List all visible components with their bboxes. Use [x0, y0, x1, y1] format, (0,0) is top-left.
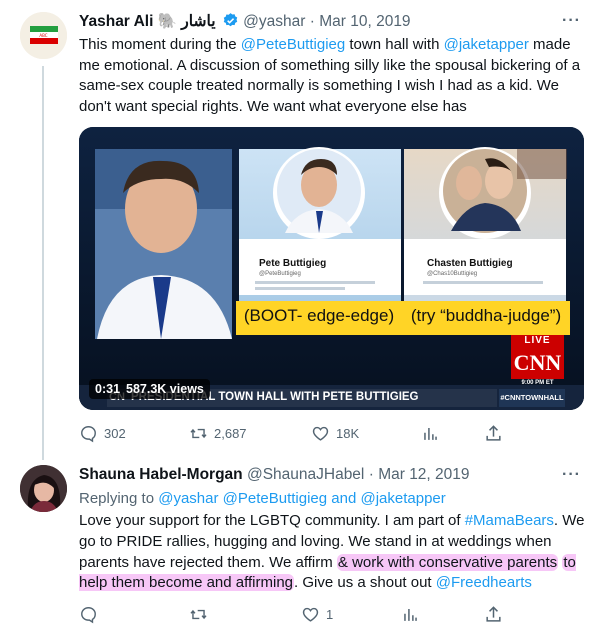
video-stats: 0:31 587.3K views: [89, 379, 210, 399]
replying-to: Replying to @yashar @PeteButtigieg and @…: [79, 489, 589, 510]
live-label: LIVE: [524, 335, 551, 346]
retweet-icon: [190, 428, 207, 439]
avatar-photo-icon: [20, 465, 67, 512]
replying-to-label: Replying to: [79, 490, 159, 507]
mention-petebuttigieg[interactable]: @PeteButtigieg: [241, 36, 345, 53]
tweet-yashar[interactable]: ABC Yashar Ali 🐘 یاشار @yashar · Mar 10,…: [0, 0, 603, 460]
separator-dot: ·: [368, 466, 374, 483]
reply-count: 302: [104, 426, 126, 441]
thread-line: [42, 66, 44, 460]
banner-hashtag: #CNNTOWNHALL: [500, 393, 564, 402]
reply-and: and: [327, 490, 361, 507]
reply-mention-petebuttigieg[interactable]: @PeteButtigieg: [223, 490, 327, 507]
tweet-date[interactable]: Mar 12, 2019: [378, 466, 469, 483]
author-name[interactable]: Shauna Habel-Morgan: [79, 466, 243, 483]
reply-icon: [81, 426, 96, 443]
share-icon: [486, 606, 501, 622]
analytics-icon: [424, 427, 437, 440]
card1-name: Pete Buttigieg: [259, 258, 327, 269]
retweet-icon: [190, 609, 207, 620]
tweet1-actions: 302 2,687 18K: [79, 424, 519, 444]
retweet-count: 2,687: [214, 426, 247, 441]
tweet-header: Shauna Habel-Morgan @ShaunaJHabel · Mar …: [79, 466, 470, 484]
text-segment: town hall with: [345, 36, 444, 53]
tweet-text: This moment during the @PeteButtigieg to…: [79, 35, 589, 117]
tweet-date[interactable]: Mar 10, 2019: [319, 13, 410, 30]
like-count: 1: [326, 607, 334, 622]
broadcast-time: 9:00 PM ET: [521, 380, 554, 386]
mention-freedhearts[interactable]: @Freedhearts: [436, 574, 532, 591]
verified-icon: [222, 12, 239, 34]
like-button[interactable]: 18K: [311, 424, 359, 443]
reply-button[interactable]: 302: [79, 424, 126, 443]
caption-pronunciation-1: (BOOT- edge-edge): [243, 306, 395, 325]
cnn-logo: CNN: [513, 350, 562, 375]
tweet-header: Yashar Ali 🐘 یاشار @yashar · Mar 10, 201…: [79, 12, 411, 34]
text-segment: . Give us a shout out: [294, 574, 436, 592]
card2-handle: @Chas10Buttigieg: [427, 271, 478, 277]
author-name[interactable]: Yashar Ali 🐘 یاشار: [79, 13, 216, 30]
views-button[interactable]: [401, 605, 420, 624]
video-views: 587.3K views: [126, 382, 204, 396]
reply-mention-jaketapper[interactable]: @jaketapper: [360, 490, 445, 507]
mention-jaketapper[interactable]: @jaketapper: [444, 36, 529, 53]
reply-button[interactable]: [79, 605, 98, 624]
retweet-button[interactable]: [189, 605, 208, 624]
reply-mention-yashar[interactable]: @yashar: [158, 490, 218, 507]
highlighted-text: & work with conservative parents: [336, 553, 559, 571]
hashtag-mamabears[interactable]: #MamaBears: [465, 512, 554, 529]
card1-handle: @PeteButtigieg: [259, 271, 301, 277]
share-button[interactable]: [484, 605, 503, 624]
tweet-text: Love your support for the LGBTQ communit…: [79, 511, 589, 594]
svg-text:ABC: ABC: [39, 33, 47, 38]
separator-dot: ·: [309, 13, 315, 30]
share-icon: [486, 425, 501, 441]
views-button[interactable]: [421, 424, 440, 443]
like-button[interactable]: 1: [301, 605, 333, 624]
share-button[interactable]: [484, 424, 503, 443]
analytics-icon: [404, 608, 417, 621]
author-handle[interactable]: @yashar: [243, 13, 305, 30]
text-segment: This moment during the: [79, 36, 241, 53]
caption-pronunciation-2: (try “buddha-judge”): [410, 306, 562, 325]
avatar-flag-icon: ABC: [20, 12, 67, 59]
reply-icon: [81, 607, 96, 624]
avatar-yashar[interactable]: ABC: [20, 12, 67, 59]
avatar-shauna[interactable]: [20, 465, 67, 512]
more-options-icon[interactable]: ···: [562, 12, 581, 30]
tweet2-actions: 1: [79, 605, 519, 625]
more-options-icon[interactable]: ···: [562, 466, 581, 484]
tweet-shauna[interactable]: Shauna Habel-Morgan @ShaunaJHabel · Mar …: [0, 455, 603, 630]
card2-name: Chasten Buttigieg: [427, 258, 513, 269]
heart-icon: [302, 607, 319, 622]
author-handle[interactable]: @ShaunaJHabel: [247, 466, 364, 483]
retweet-button[interactable]: 2,687: [189, 424, 247, 443]
text-segment: Love your support for the LGBTQ communit…: [79, 512, 465, 529]
heart-icon: [312, 426, 329, 441]
like-count: 18K: [336, 426, 360, 441]
video-player[interactable]: Pete Buttigieg @PeteButtigieg Chasten Bu…: [79, 127, 584, 410]
video-duration: 0:31: [95, 382, 121, 396]
